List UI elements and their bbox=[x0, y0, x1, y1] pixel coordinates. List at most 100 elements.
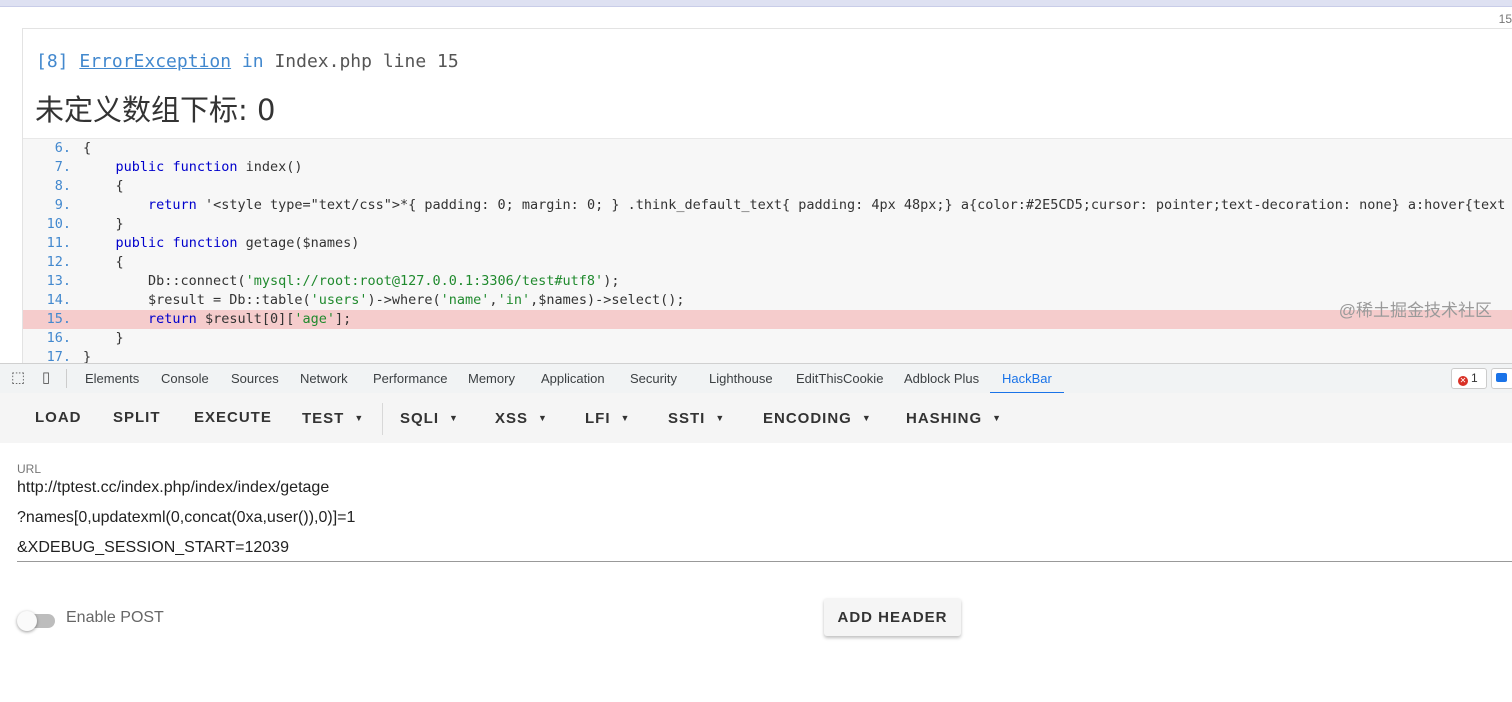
tab-security[interactable]: Security bbox=[630, 364, 677, 393]
button-label: SPLIT bbox=[113, 409, 161, 426]
browser-top-strip bbox=[0, 0, 1512, 7]
line-number: 10. bbox=[46, 216, 71, 232]
split-button[interactable]: SPLIT bbox=[113, 393, 161, 443]
url-underline bbox=[17, 561, 1512, 562]
toggle-knob bbox=[17, 611, 37, 631]
test-button[interactable]: TEST ▼ bbox=[302, 393, 364, 443]
device-toolbar-icon[interactable]: ▯ bbox=[37, 369, 55, 387]
toolbar-divider bbox=[66, 369, 67, 388]
button-label: TEST bbox=[302, 410, 345, 427]
code-line: 13. Db::connect('mysql://root:root@127.0… bbox=[23, 272, 1512, 291]
page-number: 15 bbox=[1498, 12, 1512, 26]
button-label: SSTI bbox=[668, 410, 706, 427]
console-error-badge[interactable]: ✕ 1 bbox=[1451, 368, 1487, 389]
source-code-block: 6.{7. public function index() 8. {9. retu… bbox=[23, 138, 1512, 365]
encoding-button[interactable]: ENCODING ▼ bbox=[763, 393, 872, 443]
line-code: { bbox=[83, 178, 124, 194]
line-number: 13. bbox=[46, 273, 71, 289]
error-panel: [8] ErrorException in Index.php line 15 … bbox=[22, 28, 1512, 365]
in-word: in bbox=[241, 51, 264, 72]
tab-console[interactable]: Console bbox=[161, 364, 209, 393]
xss-button[interactable]: XSS ▼ bbox=[495, 393, 548, 443]
error-message: 未定义数组下标: 0 bbox=[35, 93, 276, 127]
line-code: public function index() bbox=[115, 159, 303, 175]
button-label: LOAD bbox=[35, 409, 82, 426]
line-number: 6. bbox=[54, 140, 71, 156]
url-textarea[interactable]: http://tptest.cc/index.php/index/index/g… bbox=[17, 476, 355, 566]
hackbar-toolbar: ⋮ LOADSPLITEXECUTETEST▼SQLI▼XSS▼LFI▼SSTI… bbox=[0, 393, 1512, 443]
code-line: 6. { bbox=[23, 139, 1512, 158]
line-number: 16. bbox=[46, 330, 71, 346]
code-line: 10. } bbox=[23, 215, 1512, 234]
tab-application[interactable]: Application bbox=[541, 364, 605, 393]
caret-down-icon: ▼ bbox=[449, 413, 459, 423]
line-number: 7. bbox=[54, 159, 71, 175]
line-code: { bbox=[83, 254, 124, 270]
devtools-tabbar: ⬚ ▯ Elements Console Sources Network Perform… bbox=[0, 363, 1512, 394]
tab-network[interactable]: Network bbox=[300, 364, 348, 393]
tab-elements[interactable]: Elements bbox=[85, 364, 139, 393]
load-button[interactable]: LOAD bbox=[35, 393, 82, 443]
line-code: } bbox=[83, 216, 124, 232]
button-label: LFI bbox=[585, 410, 611, 427]
tab-memory[interactable]: Memory bbox=[468, 364, 515, 393]
message-icon bbox=[1496, 373, 1507, 382]
line-number: 9. bbox=[54, 197, 71, 213]
button-label: ENCODING bbox=[763, 410, 852, 427]
code-line: 8. { bbox=[23, 177, 1512, 196]
button-label: XSS bbox=[495, 410, 529, 427]
message-badge[interactable] bbox=[1491, 368, 1512, 389]
code-line: 9. return '<style type="text/css">*{ pad… bbox=[23, 196, 1512, 215]
tab-hackbar[interactable]: HackBar bbox=[990, 364, 1064, 394]
tab-adblock-plus[interactable]: Adblock Plus bbox=[904, 364, 979, 393]
line-code: } bbox=[83, 330, 124, 346]
line-number: 15. bbox=[46, 311, 71, 327]
more-button[interactable]: ⋮ bbox=[1506, 393, 1512, 443]
caret-down-icon: ▼ bbox=[861, 413, 872, 423]
line-code: Db::connect('mysql://root:root@127.0.0.1… bbox=[83, 273, 620, 289]
caret-down-icon: ▼ bbox=[992, 413, 1003, 423]
tab-performance[interactable]: Performance bbox=[373, 364, 447, 393]
exception-class-link[interactable]: ErrorException bbox=[79, 51, 231, 72]
execute-button[interactable]: EXECUTE bbox=[194, 393, 272, 443]
button-label: HASHING bbox=[906, 410, 983, 427]
tab-lighthouse[interactable]: Lighthouse bbox=[709, 364, 773, 393]
url-label: URL bbox=[17, 462, 42, 476]
line-number: 8. bbox=[54, 178, 71, 194]
enable-post-toggle[interactable] bbox=[17, 611, 57, 631]
caret-down-icon: ▼ bbox=[354, 413, 365, 423]
line-code: return '<style type="text/css">*{ paddin… bbox=[148, 197, 1506, 213]
enable-post-label: Enable POST bbox=[66, 609, 164, 626]
hashing-button[interactable]: HASHING ▼ bbox=[906, 393, 1002, 443]
tab-editthiscookie[interactable]: EditThisCookie bbox=[796, 364, 883, 393]
error-header: [8] ErrorException in Index.php line 15 bbox=[36, 51, 459, 72]
caret-down-icon: ▼ bbox=[538, 413, 548, 423]
line-code: return $result[0]['age']; bbox=[148, 311, 352, 327]
add-header-button[interactable]: ADD HEADER bbox=[824, 598, 961, 636]
line-code: { bbox=[83, 140, 92, 156]
line-code: $result = Db::table('users')->where('nam… bbox=[83, 292, 685, 308]
url-line: http://tptest.cc/index.php/index/index/g… bbox=[17, 479, 330, 496]
sqli-button[interactable]: SQLI ▼ bbox=[400, 393, 459, 443]
watermark: @稀土掘金技术社区 bbox=[1338, 301, 1492, 320]
error-icon: ✕ bbox=[1458, 376, 1468, 386]
code-line: 14. $result = Db::table('users')->where(… bbox=[23, 291, 1512, 310]
code-line: 7. public function index() bbox=[23, 158, 1512, 177]
url-line: ?names[0,updatexml(0,concat(0xa,user()),… bbox=[17, 509, 356, 526]
button-label: SQLI bbox=[400, 410, 440, 427]
error-code: [8] bbox=[36, 51, 69, 72]
line-number: 14. bbox=[46, 292, 71, 308]
ssti-button[interactable]: SSTI ▼ bbox=[668, 393, 725, 443]
code-line: 12. { bbox=[23, 253, 1512, 272]
lfi-button[interactable]: LFI ▼ bbox=[585, 393, 630, 443]
line-number: 11. bbox=[46, 235, 71, 251]
inspect-element-icon[interactable]: ⬚ bbox=[9, 369, 27, 387]
devtools-panel: ⬚ ▯ Elements Console Sources Network Perform… bbox=[0, 363, 1512, 702]
button-label: EXECUTE bbox=[194, 409, 272, 426]
tab-sources[interactable]: Sources bbox=[231, 364, 279, 393]
caret-down-icon: ▼ bbox=[715, 413, 726, 423]
line-number: 12. bbox=[46, 254, 71, 270]
toolbar-divider bbox=[382, 403, 383, 435]
error-file-line: Index.php line 15 bbox=[274, 51, 459, 72]
error-count: 1 bbox=[1471, 371, 1478, 385]
